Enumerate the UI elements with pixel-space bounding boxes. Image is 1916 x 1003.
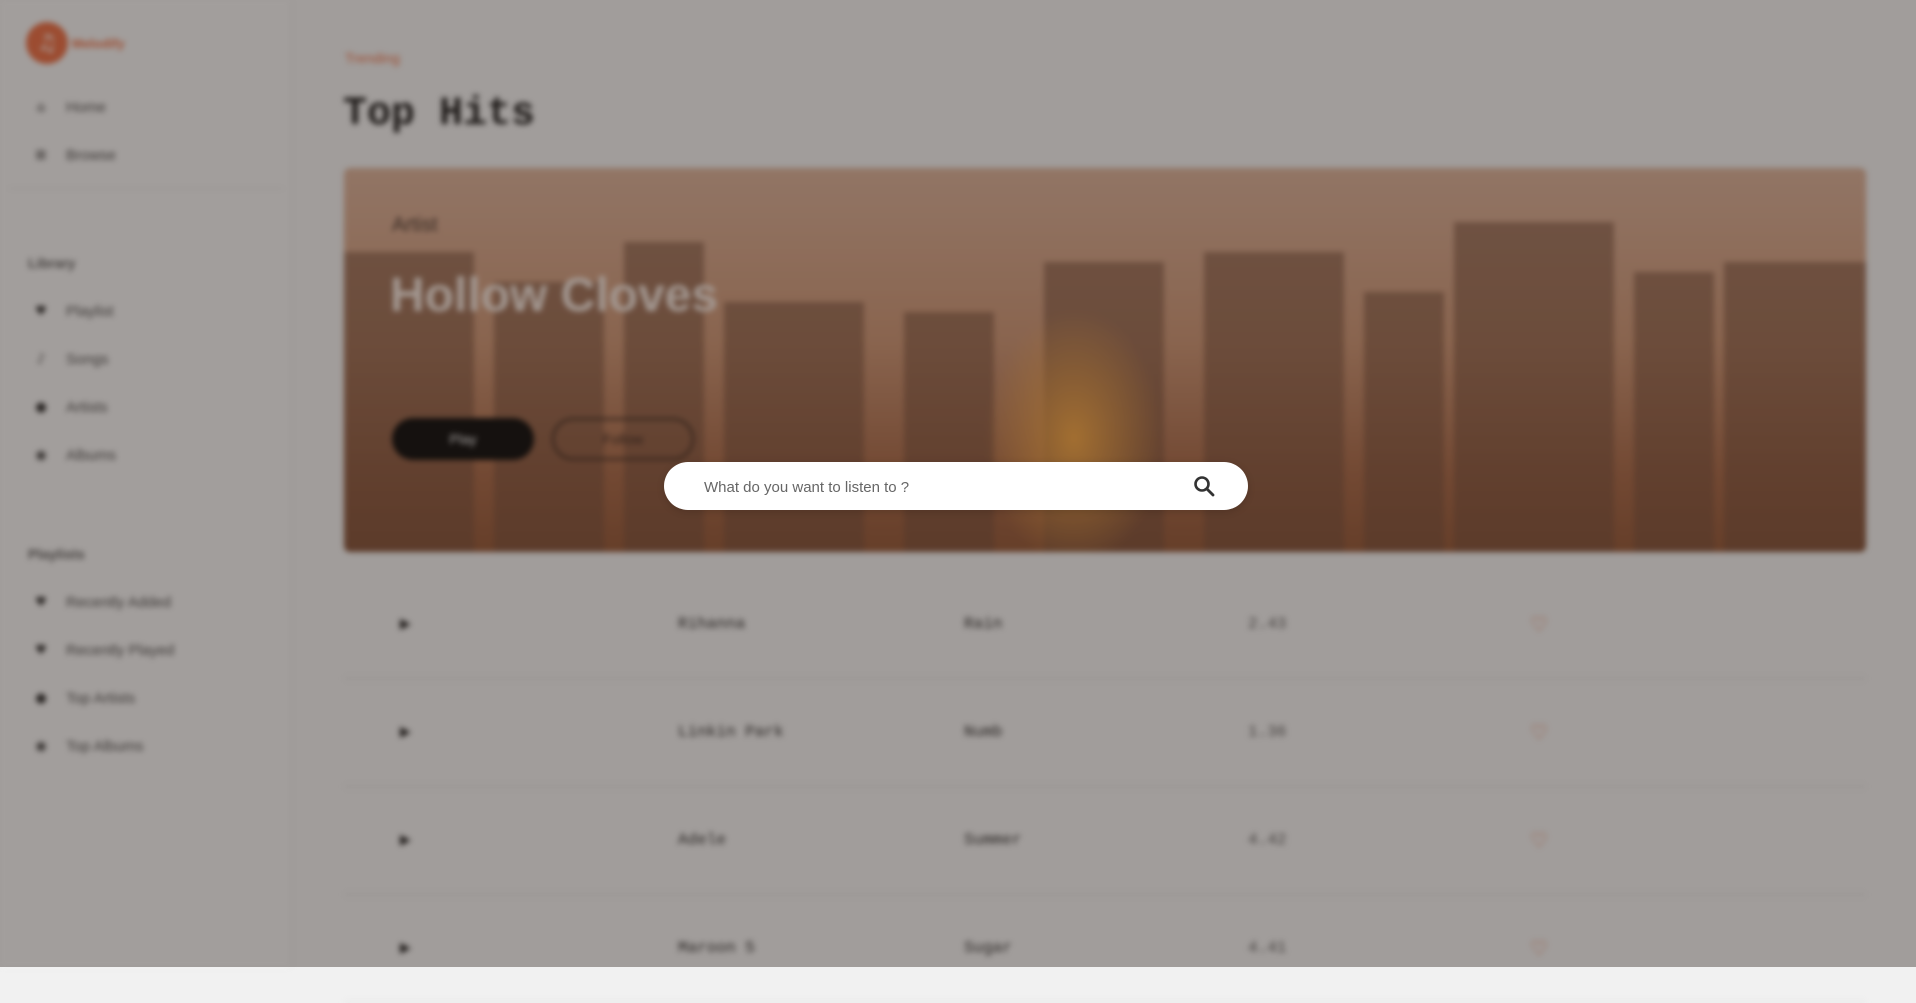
search-icon[interactable] [1192, 474, 1216, 498]
search-input[interactable] [702, 474, 1166, 500]
search-bar[interactable] [664, 462, 1248, 510]
